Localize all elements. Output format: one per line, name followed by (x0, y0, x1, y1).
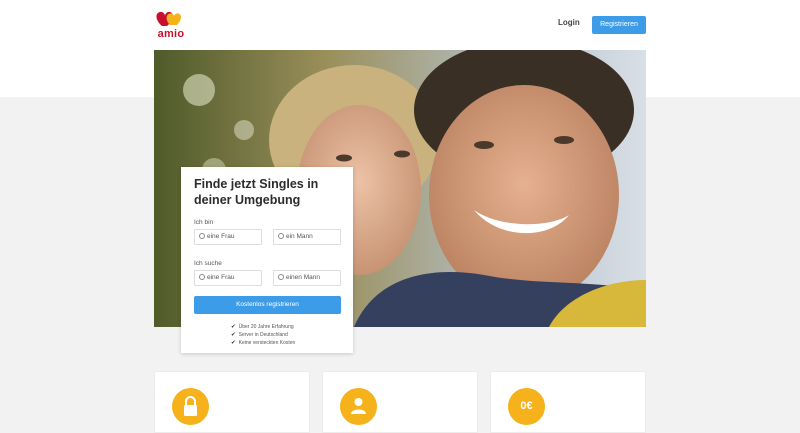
registration-form: Finde jetzt Singles in deiner Umgebung I… (181, 167, 353, 353)
radio-circle-icon (199, 233, 205, 239)
radio-circle-icon (278, 274, 284, 280)
i-am-label: Ich bin (194, 219, 214, 226)
free-register-button[interactable]: Kostenlos registrieren (194, 296, 341, 314)
i-am-woman-radio[interactable]: eine Frau (194, 229, 262, 245)
i-am-man-radio[interactable]: ein Mann (273, 229, 341, 245)
bullet-costs: ✔ Keine versteckten Kosten (231, 340, 296, 346)
looking-for-label: Ich suche (194, 260, 222, 267)
lock-icon (172, 388, 209, 425)
looking-man-radio[interactable]: einen Mann (273, 270, 341, 286)
check-icon: ✔ (231, 340, 236, 346)
feature-card-person (322, 371, 478, 433)
header: amio Login Registrieren (0, 0, 800, 50)
bullet-server: ✔ Server in Deutschland (231, 332, 288, 338)
form-title: Finde jetzt Singles in deiner Umgebung (194, 177, 319, 207)
bullet-experience: ✔ Über 20 Jahre Erfahrung (231, 324, 294, 330)
logo[interactable]: amio (153, 8, 189, 42)
radio-circle-icon (278, 233, 284, 239)
euro-icon: 0€ (508, 388, 545, 425)
looking-woman-radio[interactable]: eine Frau (194, 270, 262, 286)
register-button[interactable]: Registrieren (592, 16, 646, 34)
logo-text: amio (157, 28, 185, 40)
person-icon (340, 388, 377, 425)
login-link[interactable]: Login (558, 18, 580, 27)
radio-circle-icon (199, 274, 205, 280)
check-icon: ✔ (231, 324, 236, 330)
feature-card-security (154, 371, 310, 433)
feature-card-free: 0€ (490, 371, 646, 433)
heart-logo-icon (156, 11, 181, 26)
check-icon: ✔ (231, 332, 236, 338)
